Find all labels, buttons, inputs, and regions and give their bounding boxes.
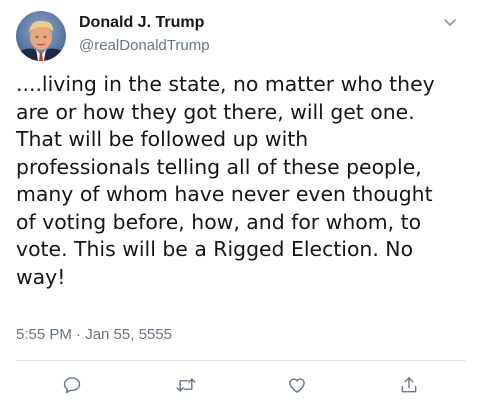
chevron-down-icon[interactable] — [442, 14, 458, 30]
tweet-timestamp[interactable]: 5:55 PM · Jan 55, 5555 — [16, 326, 172, 343]
author-handle[interactable]: @realDonaldTrump — [79, 37, 210, 54]
reply-button[interactable] — [61, 374, 83, 396]
retweet-icon — [175, 375, 197, 395]
heart-icon — [287, 375, 307, 395]
divider — [16, 360, 466, 361]
tweet: Donald J. Trump @realDonaldTrump ....liv… — [0, 0, 480, 410]
like-button[interactable] — [286, 374, 308, 396]
avatar[interactable] — [16, 11, 66, 61]
reply-icon — [62, 375, 82, 395]
tweet-text: ....living in the state, no matter who t… — [16, 72, 435, 289]
share-icon — [399, 375, 419, 395]
retweet-button[interactable] — [175, 374, 197, 396]
author-name[interactable]: Donald J. Trump — [79, 14, 204, 32]
share-button[interactable] — [398, 374, 420, 396]
